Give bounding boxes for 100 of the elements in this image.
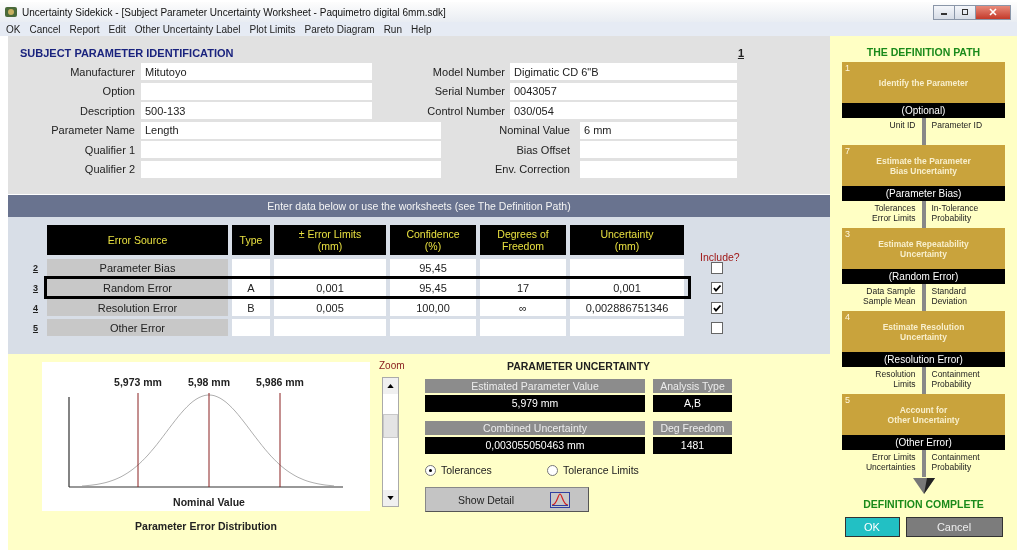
field-label: Qualifier 2 (83, 163, 135, 176)
menu-item[interactable]: Report (69, 23, 100, 35)
marker-label: 5,986 mm (256, 376, 304, 388)
chart-caption: Parameter Error Distribution (134, 520, 278, 532)
field-label: Option (101, 85, 135, 98)
result-label: Combined Uncertainty (425, 421, 645, 435)
bell-curve-icon (550, 491, 571, 508)
menu-item[interactable]: Run (383, 23, 402, 35)
field-label: Serial Number (433, 85, 505, 98)
table-cell[interactable] (274, 319, 386, 336)
menu-item[interactable]: Help (411, 23, 432, 35)
text-field[interactable]: 500-133 (141, 102, 372, 120)
step-title: Estimate Resolution Uncertainty (882, 321, 965, 342)
step-title: Account for Other Uncertainty (887, 404, 960, 425)
step-number: 4 (845, 312, 850, 322)
table-cell[interactable] (480, 319, 566, 336)
column-header: Include? (700, 251, 740, 263)
include-checkbox[interactable] (711, 301, 723, 314)
table-cell[interactable] (480, 259, 566, 276)
text-field[interactable] (141, 82, 372, 100)
include-checkbox[interactable] (711, 321, 723, 334)
text-field[interactable] (141, 141, 441, 159)
up-arrow-icon (387, 384, 394, 388)
table-cell[interactable]: A (232, 279, 270, 296)
close-icon (988, 8, 998, 16)
column-header: Uncertainty (mm) (570, 225, 684, 255)
column-header: Degrees of Freedom (480, 225, 566, 255)
minimize-button[interactable] (933, 4, 955, 20)
menu-item[interactable]: Pareto Diagram (304, 23, 375, 35)
text-field[interactable]: Digimatic CD 6"B (510, 63, 737, 80)
error-source-button[interactable]: Parameter Bias (47, 259, 228, 276)
menu-item[interactable]: Edit (108, 23, 126, 35)
step-number: 3 (845, 229, 850, 239)
column-header: ± Error Limits (mm) (274, 225, 386, 255)
text-field[interactable]: 030/054 (510, 102, 737, 120)
table-cell[interactable] (232, 319, 270, 336)
section-heading: SUBJECT PARAMETER IDENTIFICATION (20, 47, 234, 59)
table-row[interactable]: Resolution Error B 0,005 100,00 ∞ 0,002886751346 (44, 296, 691, 319)
show-detail-button[interactable]: Show Detail (425, 487, 589, 512)
text-field[interactable]: 0043057 (510, 82, 737, 100)
radio-label: Tolerances (441, 464, 492, 476)
table-cell[interactable]: 0,001 (570, 279, 684, 296)
table-cell[interactable] (570, 259, 684, 276)
step-label: Unit ID (888, 119, 917, 132)
error-source-button[interactable]: Other Error (47, 319, 228, 336)
text-field[interactable]: Length (141, 121, 441, 139)
maximize-button[interactable] (954, 4, 976, 20)
table-cell[interactable]: 0,002886751346 (570, 299, 684, 316)
radio-button[interactable] (547, 464, 558, 476)
field-label: Control Number (426, 104, 505, 117)
column-header: Error Source (47, 225, 228, 255)
step-subtitle: (Other Error) (842, 435, 1005, 450)
error-source-button[interactable]: Resolution Error (47, 299, 228, 316)
table-cell[interactable] (232, 259, 270, 276)
table-row[interactable]: Parameter Bias 95,45 (44, 256, 691, 279)
error-source-button[interactable]: Random Error (47, 279, 228, 296)
include-checkbox[interactable] (711, 281, 723, 294)
text-field[interactable] (580, 160, 737, 178)
step-label: In-Tolerance Probability (930, 202, 980, 225)
step-title: Estimate Repeatability Uncertainty (878, 238, 969, 259)
zoom-scrollbar[interactable] (382, 377, 399, 507)
menu-item[interactable]: Cancel (29, 23, 61, 35)
include-checkbox[interactable] (711, 261, 723, 274)
step-label: Tolerances Error Limits (871, 202, 917, 225)
table-cell[interactable]: 17 (480, 279, 566, 296)
field-label: Qualifier 1 (83, 143, 135, 156)
table-cell[interactable]: ∞ (480, 299, 566, 316)
maximize-icon (960, 8, 970, 16)
step-subtitle: (Parameter Bias) (842, 186, 1005, 201)
menu-item[interactable]: Plot Limits (249, 23, 296, 35)
text-field[interactable]: 6 mm (580, 121, 737, 139)
field-label: Parameter Name (50, 124, 135, 137)
text-field[interactable] (580, 141, 737, 159)
row-number: 5 (32, 322, 39, 333)
table-row[interactable]: Random Error A 0,001 95,45 17 0,001 (44, 276, 691, 299)
radio-button[interactable] (425, 464, 436, 476)
step-subtitle: (Resolution Error) (842, 352, 1005, 367)
table-row[interactable]: Other Error (44, 316, 691, 339)
step-label: Resolution Limits (874, 368, 917, 391)
table-cell[interactable]: 0,001 (274, 279, 386, 296)
table-cell[interactable]: B (232, 299, 270, 316)
menu-item[interactable]: Other Uncertainty Label (134, 23, 241, 35)
table-cell[interactable]: 0,005 (274, 299, 386, 316)
table-cell[interactable]: 100,00 (390, 299, 476, 316)
result-value: 0,003055050463 mm (425, 437, 645, 454)
cancel-button[interactable]: Cancel (905, 517, 1003, 537)
scroll-thumb[interactable] (383, 414, 398, 438)
table-cell[interactable] (390, 319, 476, 336)
table-cell[interactable]: 95,45 (390, 259, 476, 276)
close-button[interactable] (975, 4, 1011, 20)
app-icon (5, 6, 17, 18)
step-label: Standard Deviation (930, 285, 968, 308)
zoom-label: Zoom (379, 360, 403, 371)
text-field[interactable]: Mitutoyo (141, 63, 372, 80)
result-label: Analysis Type (653, 379, 732, 393)
menu-item[interactable]: OK (6, 23, 21, 35)
text-field[interactable] (141, 160, 441, 178)
table-cell[interactable] (570, 319, 684, 336)
table-cell[interactable] (274, 259, 386, 276)
table-cell[interactable]: 95,45 (390, 279, 476, 296)
